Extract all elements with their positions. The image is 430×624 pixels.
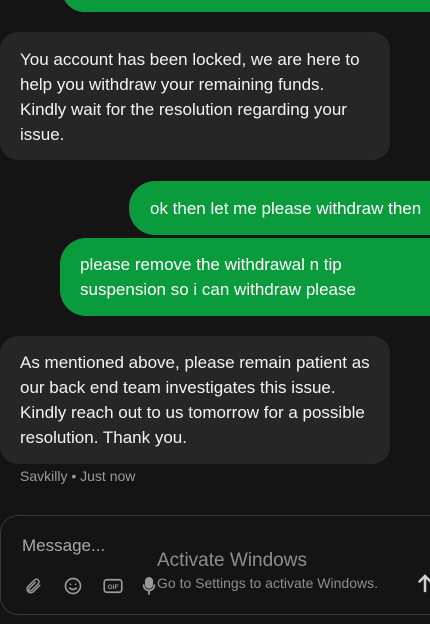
activate-windows-title: Activate Windows [157, 550, 307, 571]
gif-label: GIF [107, 584, 118, 591]
message-outgoing: please remove the withdrawal n tip suspe… [60, 238, 430, 316]
message-outgoing-partial [62, 0, 430, 12]
message-incoming: You account has been locked, we are here… [0, 32, 390, 160]
message-meta: Savkilly • Just now [20, 468, 136, 484]
send-arrow-icon[interactable] [418, 573, 430, 598]
composer-toolbar: GIF [19, 572, 175, 600]
emoji-icon[interactable] [59, 572, 87, 600]
message-outgoing: ok then let me please withdraw then [129, 181, 430, 235]
chat-view: You account has been locked, we are here… [0, 0, 430, 624]
paperclip-icon[interactable] [19, 572, 47, 600]
activate-windows-subtitle: Go to Settings to activate Windows. [157, 575, 378, 591]
message-text: ok then let me please withdraw then [150, 199, 422, 218]
gif-icon[interactable]: GIF [99, 572, 127, 600]
message-incoming: As mentioned above, please remain patien… [0, 336, 390, 464]
message-input[interactable]: Message... [22, 536, 105, 556]
message-text: please remove the withdrawal n tip suspe… [80, 255, 356, 299]
message-text: You account has been locked, we are here… [20, 50, 360, 144]
message-text: As mentioned above, please remain patien… [20, 353, 370, 447]
